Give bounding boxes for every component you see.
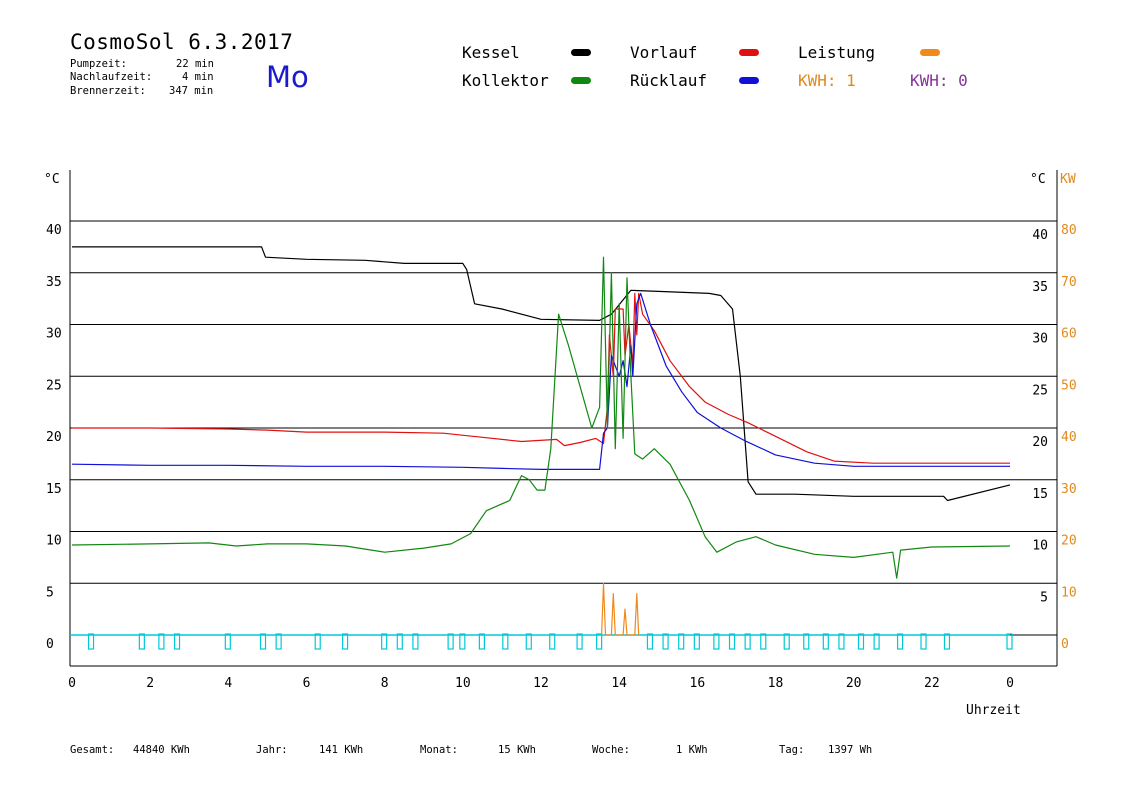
pump-pulse — [459, 633, 466, 650]
y-tick-right-kw: 80 — [1061, 223, 1077, 238]
y-tick-left: 20 — [46, 430, 62, 445]
pump-pulse — [646, 633, 654, 650]
pump-pulse — [803, 633, 810, 650]
gesamt-label: Gesamt: — [70, 744, 115, 756]
y-tick-right-kw: 70 — [1061, 275, 1077, 290]
y-tick-left: 15 — [46, 482, 62, 497]
x-tick-label: 8 — [381, 676, 389, 691]
x-tick-label: 2 — [146, 676, 154, 691]
pump-pulse — [838, 633, 845, 650]
y-tick-right-kw: 50 — [1061, 378, 1077, 393]
y-tick-right-kw: 10 — [1061, 585, 1077, 600]
pump-pulse — [275, 633, 282, 650]
pump-pulse — [478, 633, 485, 650]
y-tick-right-temp: 35 — [1032, 280, 1048, 295]
pump-pulse — [314, 633, 321, 650]
x-tick-label: 20 — [846, 676, 862, 691]
x-axis-label: Uhrzeit — [966, 703, 1021, 718]
pump-pulse — [381, 633, 388, 650]
pump-pulse — [943, 633, 951, 650]
x-tick-label: 16 — [690, 676, 706, 691]
pump-pulse — [224, 633, 231, 650]
x-tick-label: 0 — [68, 676, 76, 691]
woche-label: Woche: — [592, 744, 630, 756]
x-tick-label: 14 — [611, 676, 627, 691]
series-leistung — [601, 582, 640, 636]
y-tick-right-kw: 40 — [1061, 430, 1077, 445]
monat-value: 15 KWh — [498, 744, 536, 756]
pump-pulse — [896, 633, 904, 650]
pump-pulse — [502, 633, 509, 650]
pump-pulse — [857, 633, 865, 650]
series-kollektor — [71, 256, 1011, 579]
pump-pulse — [728, 633, 736, 650]
pump-pulse — [662, 633, 669, 650]
y-tick-right-kw: 60 — [1061, 327, 1077, 342]
x-tick-label: 4 — [224, 676, 232, 691]
jahr-label: Jahr: — [256, 744, 288, 756]
y-tick-left: 25 — [46, 378, 62, 393]
x-tick-label: 12 — [533, 676, 549, 691]
y-tick-right-temp: 5 — [1040, 590, 1048, 605]
pump-pulse — [1006, 633, 1013, 650]
pump-pulse — [396, 633, 403, 650]
y-tick-right-temp: 30 — [1032, 332, 1048, 347]
woche-value: 1 KWh — [676, 744, 708, 756]
y-tick-left: 10 — [46, 534, 62, 549]
pump-pulse — [576, 633, 583, 650]
x-tick-label: 18 — [768, 676, 784, 691]
x-tick-label: 6 — [303, 676, 311, 691]
pump-pulse — [783, 633, 790, 650]
pump-pulse — [158, 633, 165, 650]
pump-pulse — [713, 633, 720, 650]
y-tick-right-kw: 0 — [1061, 637, 1069, 652]
y-unit-right-kw: KW — [1060, 172, 1076, 187]
chart-grid — [69, 170, 1058, 667]
pump-pulse — [259, 633, 267, 650]
pump-pulse — [87, 633, 95, 650]
y-tick-right-temp: 15 — [1032, 487, 1048, 502]
temperature-chart: 0510152025303540510152025303540010203040… — [44, 170, 1077, 718]
monat-label: Monat: — [420, 744, 458, 756]
y-tick-left: 40 — [46, 223, 62, 238]
chart-ticks: 0510152025303540510152025303540010203040… — [46, 223, 1077, 691]
y-tick-right-temp: 10 — [1032, 539, 1048, 554]
y-tick-left: 5 — [46, 585, 54, 600]
y-tick-right-temp: 20 — [1032, 435, 1048, 450]
x-tick-label: 0 — [1006, 676, 1014, 691]
pump-pulse — [341, 633, 349, 650]
tag-label: Tag: — [779, 744, 805, 756]
pump-pulse — [744, 633, 751, 650]
gesamt-value: 44840 KWh — [133, 744, 190, 756]
pump-pulse — [525, 633, 532, 650]
pump-pulse — [873, 633, 880, 650]
y-tick-right-temp: 40 — [1032, 228, 1048, 243]
jahr-value: 141 KWh — [319, 744, 364, 756]
chart-series — [70, 246, 1013, 650]
x-tick-label: 10 — [455, 676, 471, 691]
pump-pulse — [173, 633, 181, 650]
y-tick-left: 0 — [46, 637, 54, 652]
x-tick-label: 22 — [924, 676, 940, 691]
pump-pulse — [138, 633, 145, 650]
y-tick-right-kw: 30 — [1061, 482, 1077, 497]
pump-pulse — [549, 633, 556, 650]
y-tick-right-kw: 20 — [1061, 534, 1077, 549]
pump-pulse — [822, 633, 829, 650]
pump-pulse — [920, 633, 927, 650]
y-unit-right-temp: °C — [1030, 172, 1046, 187]
pump-pulse — [678, 633, 685, 650]
pump-pulse — [693, 633, 700, 650]
pump-pulse — [760, 633, 767, 650]
y-tick-left: 30 — [46, 327, 62, 342]
pump-pulse — [447, 633, 454, 650]
y-tick-right-temp: 25 — [1032, 383, 1048, 398]
pump-pulse — [412, 633, 419, 650]
y-tick-left: 35 — [46, 275, 62, 290]
tag-value: 1397 Wh — [828, 744, 873, 756]
y-unit-left: °C — [44, 172, 60, 187]
pump-pulse — [596, 633, 603, 650]
